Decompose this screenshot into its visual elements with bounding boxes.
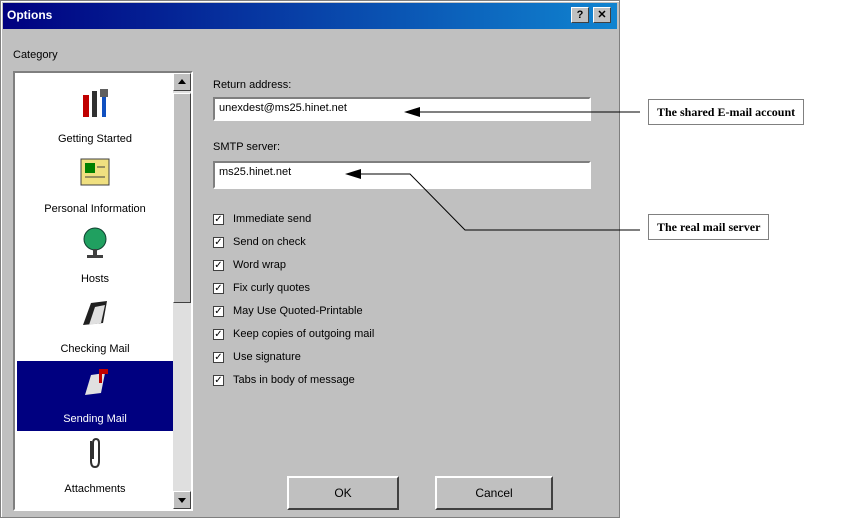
checkbox[interactable]: ✓ (213, 329, 224, 340)
scroll-down-button[interactable] (173, 491, 191, 509)
globe-icon (83, 227, 107, 258)
ok-button[interactable]: OK (287, 476, 399, 510)
category-item-getting-started[interactable]: Getting Started (17, 81, 173, 151)
smtp-server-field[interactable]: ms25.hinet.net (213, 161, 591, 189)
mailbox-icon (83, 301, 107, 325)
scroll-up-button[interactable] (173, 73, 191, 91)
arrow-down-icon (178, 498, 186, 503)
callout-shared-account: The shared E-mail account (648, 99, 805, 125)
options-dialog: Options ? ✕ Category Getting Started Per… (0, 0, 620, 518)
category-item-label: Sending Mail (63, 413, 127, 425)
arrow-up-icon (178, 79, 186, 84)
window-title: Options (7, 8, 53, 22)
category-item-sending-mail[interactable]: Sending Mail (17, 361, 173, 431)
category-item-label: Hosts (80, 273, 110, 285)
category-item-label: Attachments (64, 483, 126, 495)
return-address-label: Return address: (213, 79, 292, 91)
title-bar: Options ? ✕ (3, 3, 617, 29)
cancel-button[interactable]: Cancel (435, 476, 553, 510)
tools-icon (83, 89, 108, 117)
smtp-server-value: ms25.hinet.net (219, 166, 292, 178)
smtp-server-label: SMTP server: (213, 141, 281, 153)
checkbox[interactable]: ✓ (213, 214, 224, 225)
category-scrollbar[interactable] (173, 73, 191, 509)
category-label: Category (13, 49, 58, 61)
category-item-label: Getting Started (58, 133, 132, 145)
id-card-icon (80, 158, 110, 186)
category-item-attachments[interactable]: Attachments (17, 431, 173, 501)
checkbox[interactable]: ✓ (213, 283, 224, 294)
checkbox[interactable]: ✓ (213, 375, 224, 386)
return-address-value: unexdest@ms25.hinet.net (219, 102, 347, 114)
help-button[interactable]: ? (571, 7, 589, 23)
return-address-field[interactable]: unexdest@ms25.hinet.net (213, 97, 591, 121)
category-list[interactable]: Getting Started Personal Information Hos… (13, 71, 193, 511)
scroll-thumb[interactable] (173, 93, 191, 303)
category-item-checking-mail[interactable]: Checking Mail (17, 291, 173, 361)
checkbox[interactable]: ✓ (213, 352, 224, 363)
checkbox[interactable]: ✓ (213, 260, 224, 271)
callout-real-server: The real mail server (648, 214, 770, 240)
checkbox[interactable]: ✓ (213, 237, 224, 248)
category-item-personal-information[interactable]: Personal Information (17, 151, 173, 221)
paperclip-icon (90, 437, 100, 469)
mailbox-flag-icon (85, 369, 108, 395)
category-item-hosts[interactable]: Hosts (17, 221, 173, 291)
category-item-label: Checking Mail (60, 343, 130, 355)
category-item-label: Personal Information (44, 203, 146, 215)
close-button[interactable]: ✕ (593, 7, 611, 23)
checkbox[interactable]: ✓ (213, 306, 224, 317)
